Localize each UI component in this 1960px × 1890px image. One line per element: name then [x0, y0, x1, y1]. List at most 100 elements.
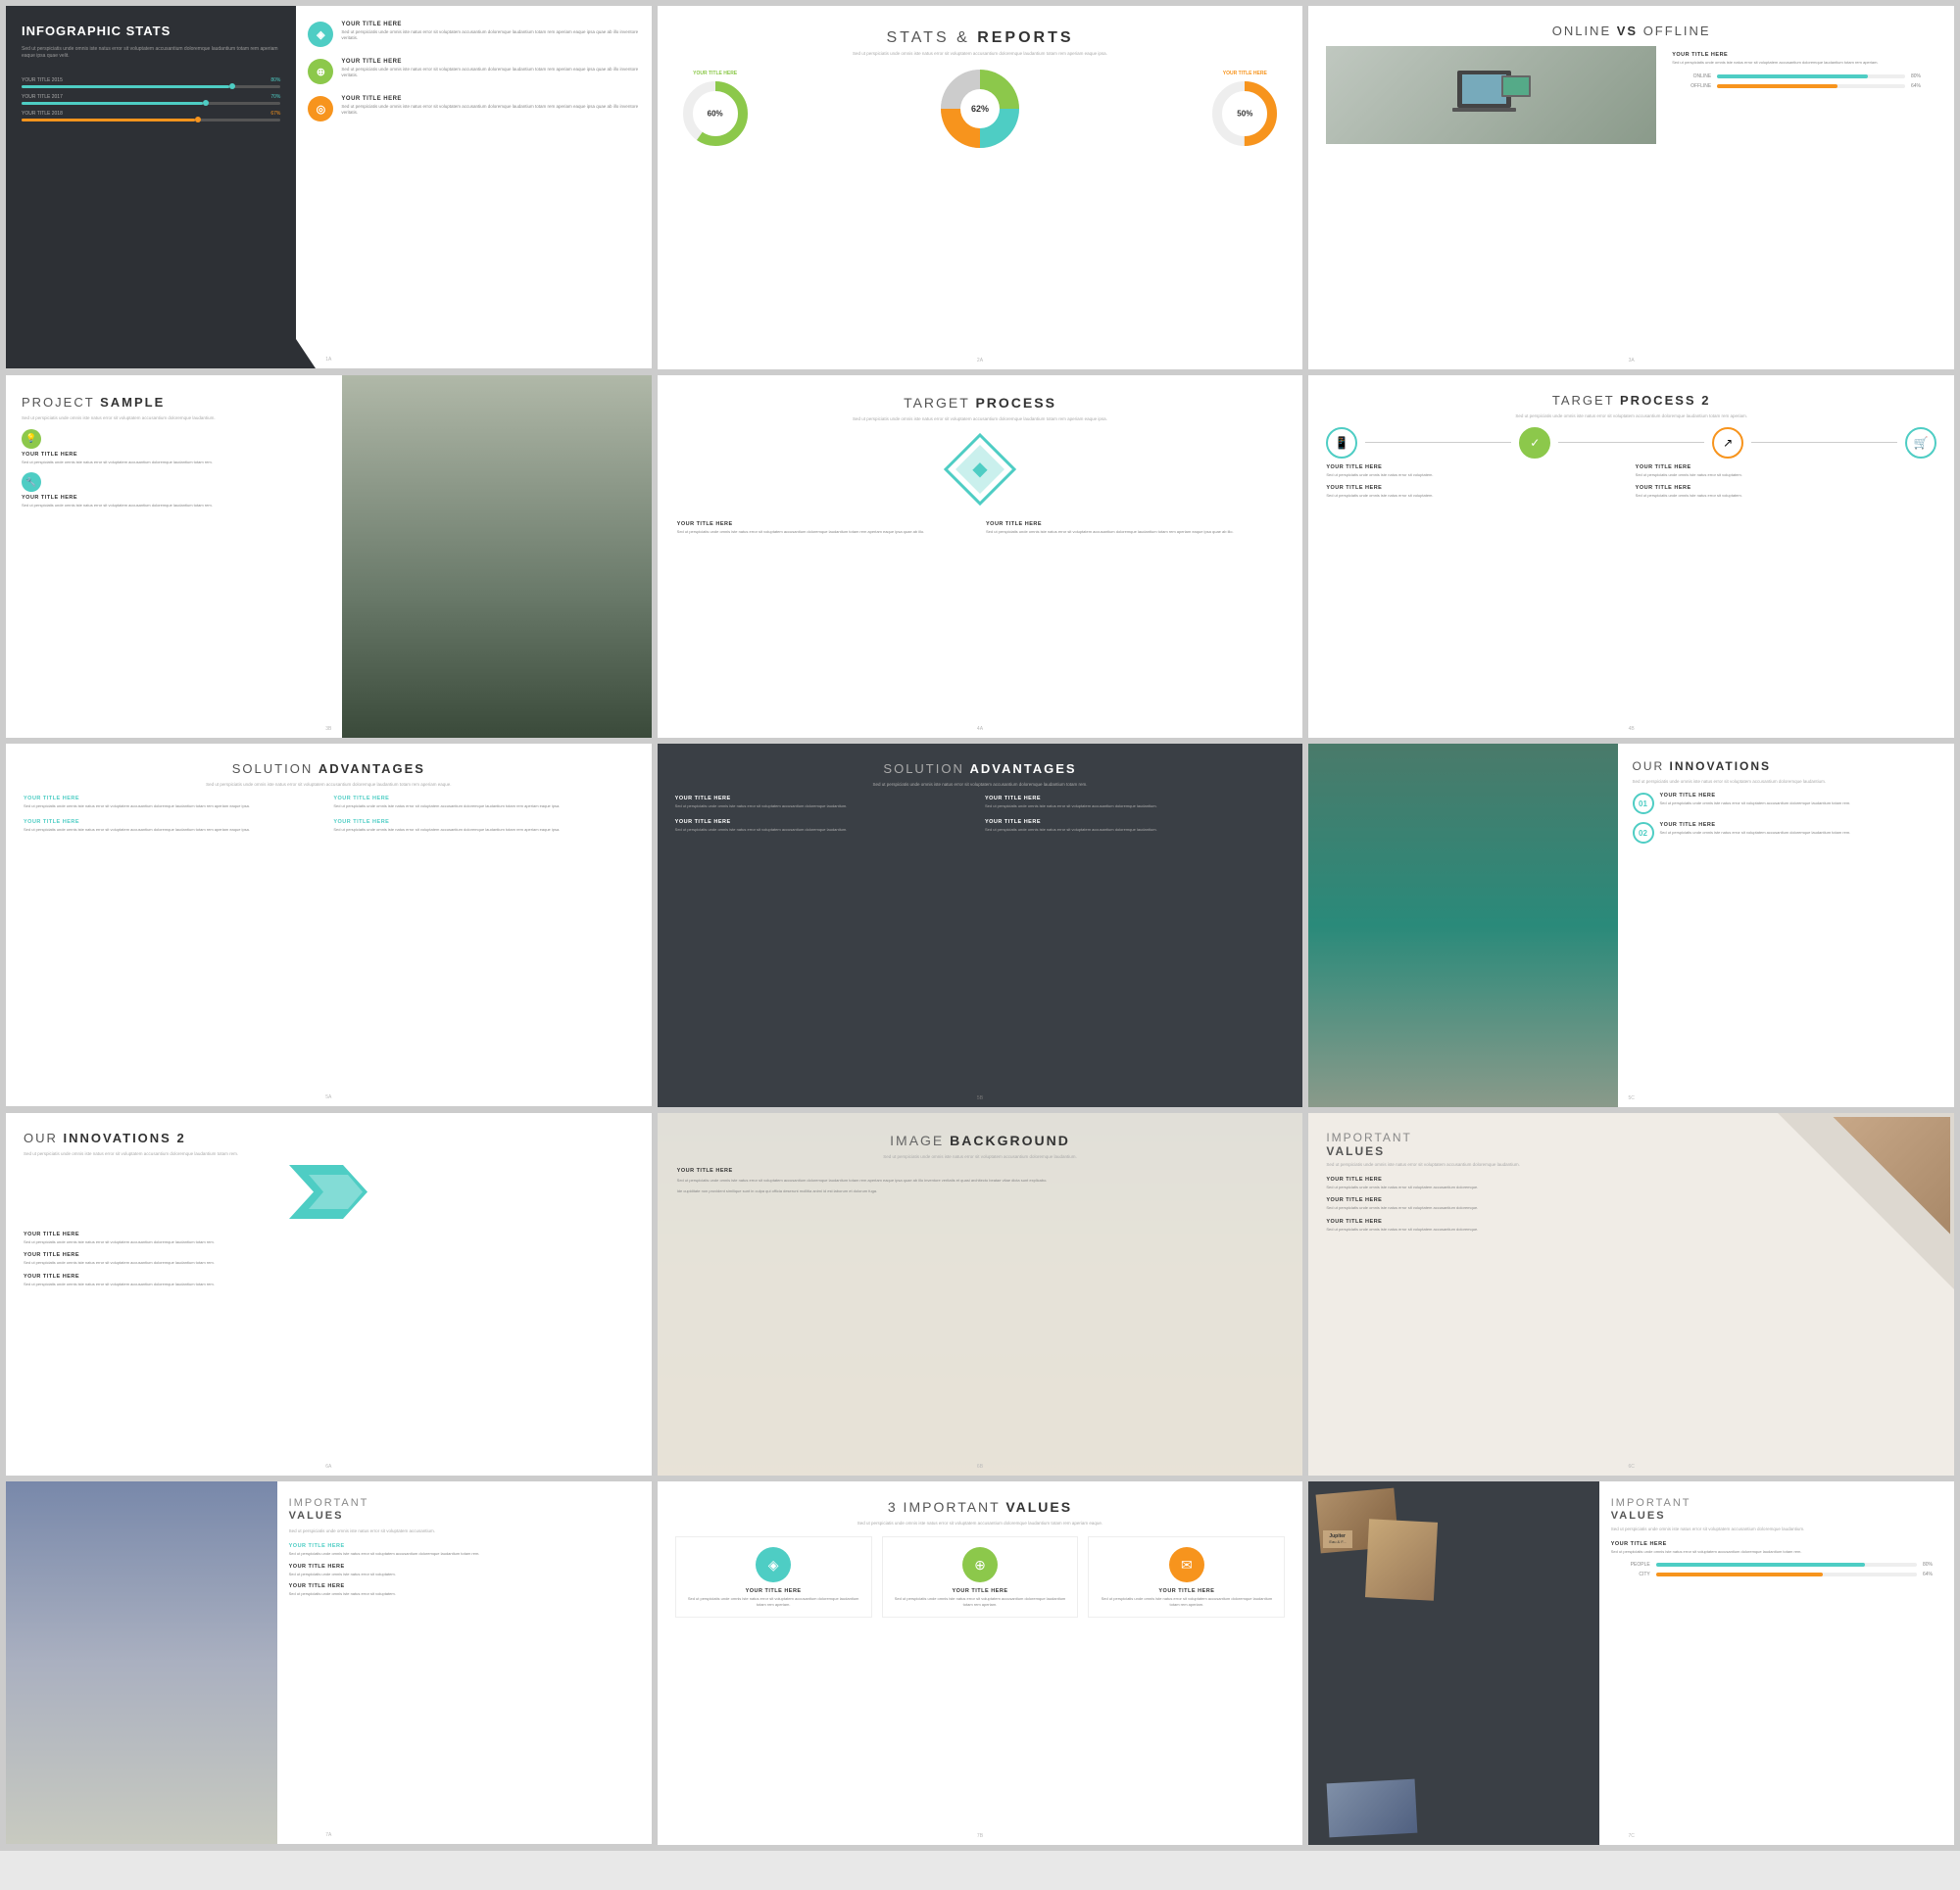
charts-row: YOUR TITLE HERE 60%	[681, 65, 1280, 153]
slide-7-title: SOLUTION ADVANTAGES	[24, 761, 634, 776]
card-2-body: Sed ut perspiciatis unde omnis iste natu…	[893, 1596, 1068, 1607]
slide-8-item-3: YOUR TITLE HERE Sed ut perspiciatis unde…	[675, 819, 975, 833]
slide-solution-advantages-light: SOLUTION ADVANTAGES Sed ut perspiciatis …	[6, 744, 652, 1106]
slide-important-values-2: IMPORTANTVALUES Sed ut perspiciatis unde…	[6, 1481, 652, 1844]
slides-grid: INFOGRAPHIC STATS Sed ut perspiciatis un…	[0, 0, 1960, 1851]
orange-icon: ◎	[308, 96, 333, 121]
slide-4-title: PROJECT SAMPLE	[22, 395, 326, 410]
slide-10-title: OUR INNOVATIONS 2	[24, 1131, 634, 1145]
slide-5-item-1-title: YOUR TITLE HERE	[677, 521, 974, 527]
slide-15-title: IMPORTANTVALUES	[1611, 1497, 1942, 1523]
slide-6-item-3: YOUR TITLE HERE Sed ut perspiciatis unde…	[1326, 485, 1627, 499]
slide-6-title: TARGET PROCESS 2	[1326, 393, 1936, 408]
card-3-title: YOUR TITLE HERE	[1099, 1588, 1274, 1594]
slide-8-item-2-body: Sed ut perspiciatis unde omnis iste natu…	[985, 803, 1285, 809]
slide-4-left: PROJECT SAMPLE Sed ut perspiciatis unde …	[6, 375, 342, 738]
slide-7-item-3-title: YOUR TITLE HERE	[24, 819, 323, 825]
slide-5-item-1-body: Sed ut perspiciatis unde omnis iste natu…	[677, 529, 974, 535]
slide-6-item-4: YOUR TITLE HERE Sed ut perspiciatis unde…	[1636, 485, 1936, 499]
slide-10-item-1: YOUR TITLE HERE Sed ut perspiciatis unde…	[24, 1232, 634, 1245]
card-3-icon: ✉	[1169, 1547, 1204, 1582]
page-num-9: 5C	[1628, 1095, 1634, 1101]
slide-15-bars: PEOPLE 80% CITY 64%	[1611, 1562, 1942, 1577]
card-2-title: YOUR TITLE HERE	[893, 1588, 1068, 1594]
slide-6-item-2: YOUR TITLE HERE Sed ut perspiciatis unde…	[1636, 464, 1936, 478]
slide-infographic-stats: INFOGRAPHIC STATS Sed ut perspiciatis un…	[6, 6, 652, 368]
slide-9-item-1-body: Sed ut perspiciatis unde omnis iste natu…	[1660, 800, 1851, 806]
slide-3-item-body: Sed ut perspiciatis unde omnis iste natu…	[1672, 60, 1931, 66]
slide-10-item-2-title: YOUR TITLE HERE	[24, 1252, 634, 1258]
slide-target-process: TARGET PROCESS Sed ut perspiciatis unde …	[658, 375, 1303, 739]
slide-15-right: IMPORTANTVALUES Sed ut perspiciatis unde…	[1599, 1481, 1954, 1845]
slide-5-title: TARGET PROCESS	[677, 395, 1284, 411]
slide-13-item-1-title: YOUR TITLE HERE	[289, 1564, 640, 1570]
slide-7-item-2-title: YOUR TITLE HERE	[333, 796, 633, 801]
slide-7-item-2-body: Sed ut perspiciatis unde omnis iste natu…	[333, 803, 633, 809]
slide-15-subtitle: Sed ut perspiciatis unde omnis iste natu…	[1611, 1527, 1942, 1532]
value-card-2: ⊕ YOUR TITLE HERE Sed ut perspiciatis un…	[882, 1536, 1079, 1618]
slide-6-item-1-title: YOUR TITLE HERE	[1326, 464, 1627, 470]
bar-group-1: YOUR TITLE 201580%	[22, 77, 280, 88]
slide-5-item-2-body: Sed ut perspiciatis unde omnis iste natu…	[986, 529, 1283, 535]
slide-13-item-1: YOUR TITLE HERE Sed ut perspiciatis unde…	[289, 1564, 640, 1577]
slide-6-item-1: YOUR TITLE HERE Sed ut perspiciatis unde…	[1326, 464, 1627, 478]
slide-8-item-4-body: Sed ut perspiciatis unde omnis iste natu…	[985, 827, 1285, 833]
page-num-5: 4A	[977, 726, 983, 732]
slide-8-title: SOLUTION ADVANTAGES	[675, 761, 1286, 776]
slide-7-item-3-body: Sed ut perspiciatis unde omnis iste natu…	[24, 827, 323, 833]
page-num-11: 6B	[977, 1464, 983, 1470]
svg-text:◆: ◆	[972, 459, 988, 480]
slide-13-item-2: YOUR TITLE HERE Sed ut perspiciatis unde…	[289, 1583, 640, 1597]
city-bar: CITY 64%	[1611, 1572, 1942, 1577]
slide-6-item-3-title: YOUR TITLE HERE	[1326, 485, 1627, 491]
item-1-body: Sed ut perspiciatis unde omnis iste natu…	[341, 29, 639, 42]
process-icons-row: 📱 ✓ ↗ 🛒	[1326, 427, 1936, 459]
page-num-12: 6C	[1628, 1464, 1634, 1470]
slide-online-offline: ONLINE VS OFFLINE YOUR TITLE HERE Sed ut…	[1308, 6, 1954, 369]
process-line-1	[1365, 442, 1511, 443]
diamond-graphic: ◆	[677, 430, 1284, 513]
slide-9-item-1: 01 YOUR TITLE HERE Sed ut perspiciatis u…	[1633, 793, 1941, 814]
slide-5-subtitle: Sed ut perspiciatis unde omnis iste natu…	[677, 416, 1284, 422]
slide-8-item-3-title: YOUR TITLE HERE	[675, 819, 975, 825]
slide-6-items: YOUR TITLE HERE Sed ut perspiciatis unde…	[1326, 464, 1936, 499]
slide-5-items: YOUR TITLE HERE Sed ut perspiciatis unde…	[677, 521, 1284, 535]
slide-13-subtitle: Sed ut perspiciatis unde omnis iste natu…	[289, 1528, 640, 1534]
slide-3-right: YOUR TITLE HERE Sed ut perspiciatis unde…	[1666, 46, 1936, 144]
process-icon-1: 📱	[1326, 427, 1357, 459]
slide-11-item-body: Sed ut perspiciatis unde omnis iste natu…	[677, 1178, 1284, 1184]
slide-9-subtitle: Sed ut perspiciatis unde omnis iste natu…	[1633, 779, 1941, 785]
slide-10-item-3-body: Sed ut perspiciatis unde omnis iste natu…	[24, 1282, 634, 1287]
page-num-15: 7C	[1628, 1833, 1634, 1839]
slide-7-item-4: YOUR TITLE HERE Sed ut perspiciatis unde…	[333, 819, 633, 833]
value-card-3: ✉ YOUR TITLE HERE Sed ut perspiciatis un…	[1088, 1536, 1285, 1618]
green-donut: 60%	[681, 79, 750, 148]
slide-9-item-2-title: YOUR TITLE HERE	[1660, 822, 1851, 828]
slide-10-item-2: YOUR TITLE HERE Sed ut perspiciatis unde…	[24, 1252, 634, 1266]
page-num-3: 3A	[1629, 358, 1635, 363]
page-num-13: 7A	[325, 1832, 331, 1838]
orange-donut: 50%	[1210, 79, 1279, 148]
river-photo	[1308, 744, 1618, 1107]
slide-7-item-1: YOUR TITLE HERE Sed ut perspiciatis unde…	[24, 796, 323, 809]
slide-5-item-2: YOUR TITLE HERE Sed ut perspiciatis unde…	[986, 521, 1283, 535]
sky-gradient	[6, 1481, 277, 1844]
page-num-4: 3B	[325, 726, 331, 732]
slide-6-item-4-body: Sed ut perspiciatis unde omnis iste natu…	[1636, 493, 1936, 499]
teal-wrench-icon: 🔧	[22, 472, 41, 492]
card-1-title: YOUR TITLE HERE	[686, 1588, 861, 1594]
slide-13-title: IMPORTANTVALUES	[289, 1497, 640, 1523]
green-donut-wrap: YOUR TITLE HERE 60%	[681, 71, 750, 148]
slide-6-item-3-body: Sed ut perspiciatis unde omnis iste natu…	[1326, 493, 1627, 499]
slide-14-title: 3 IMPORTANT VALUES	[675, 1499, 1286, 1515]
slide-4-item-1: 💡 YOUR TITLE HERE Sed ut perspiciatis un…	[22, 429, 326, 465]
slide-4-item-1-title: YOUR TITLE HERE	[22, 452, 326, 458]
slide-7-item-4-body: Sed ut perspiciatis unde omnis iste natu…	[333, 827, 633, 833]
green-lightbulb-icon: 💡	[22, 429, 41, 449]
slide-11-item-body-2: Ide cupiditate non provident similique s…	[677, 1188, 1284, 1194]
pie-chart-label: 62%	[971, 104, 989, 114]
slide-8-item-2-title: YOUR TITLE HERE	[985, 796, 1285, 801]
chevron-graphic	[24, 1165, 634, 1224]
slide-8-item-4: YOUR TITLE HERE Sed ut perspiciatis unde…	[985, 819, 1285, 833]
slide-6-subtitle: Sed ut perspiciatis unde omnis iste natu…	[1326, 413, 1936, 419]
